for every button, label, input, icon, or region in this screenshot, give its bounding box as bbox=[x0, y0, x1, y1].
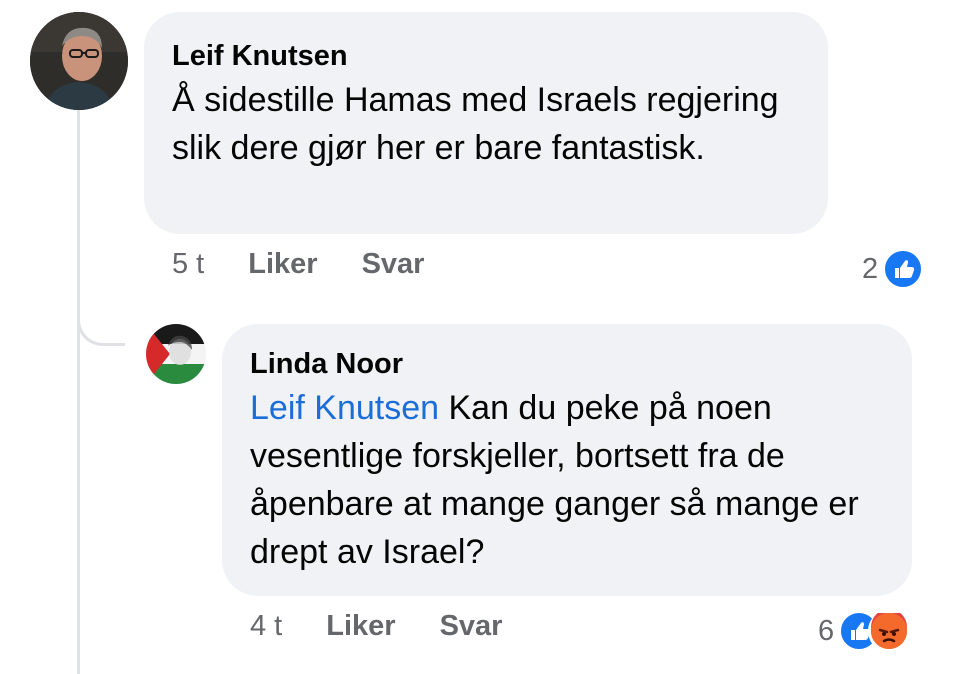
reaction-count: 6 bbox=[818, 614, 835, 647]
reply-button[interactable]: Svar bbox=[362, 248, 425, 281]
avatar-photo bbox=[30, 12, 128, 110]
avatar-leif-knutsen[interactable] bbox=[30, 12, 128, 110]
comment-timestamp[interactable]: 5 t bbox=[172, 248, 204, 281]
like-button[interactable]: Liker bbox=[248, 248, 317, 281]
comment-author[interactable]: Leif Knutsen bbox=[172, 36, 800, 76]
comment-author[interactable]: Linda Noor bbox=[250, 344, 884, 384]
comment-timestamp[interactable]: 4 t bbox=[250, 610, 282, 643]
reaction-count: 2 bbox=[862, 252, 879, 285]
comment-text: Leif Knutsen Kan du peke på noen vesentl… bbox=[250, 384, 884, 576]
mention-link[interactable]: Leif Knutsen bbox=[250, 389, 439, 427]
angry-icon bbox=[868, 609, 911, 652]
comment-actions: 4 t Liker Svar bbox=[250, 610, 502, 643]
like-icon bbox=[882, 248, 925, 290]
avatar-linda-noor[interactable] bbox=[146, 324, 206, 384]
thread-line bbox=[77, 108, 80, 674]
reaction-summary[interactable]: 6 bbox=[818, 609, 911, 652]
reply-button[interactable]: Svar bbox=[440, 610, 503, 643]
reply-connector bbox=[77, 300, 125, 346]
avatar-photo bbox=[146, 324, 206, 384]
comment-bubble: Linda Noor Leif Knutsen Kan du peke på n… bbox=[222, 324, 912, 596]
comment-actions: 5 t Liker Svar bbox=[172, 248, 424, 281]
comment-text: Å sidestille Hamas med Israels regjering… bbox=[172, 81, 779, 167]
like-button[interactable]: Liker bbox=[326, 610, 395, 643]
comment-bubble: Leif Knutsen Å sidestille Hamas med Isra… bbox=[144, 12, 828, 234]
reaction-summary[interactable]: 2 bbox=[862, 248, 925, 290]
